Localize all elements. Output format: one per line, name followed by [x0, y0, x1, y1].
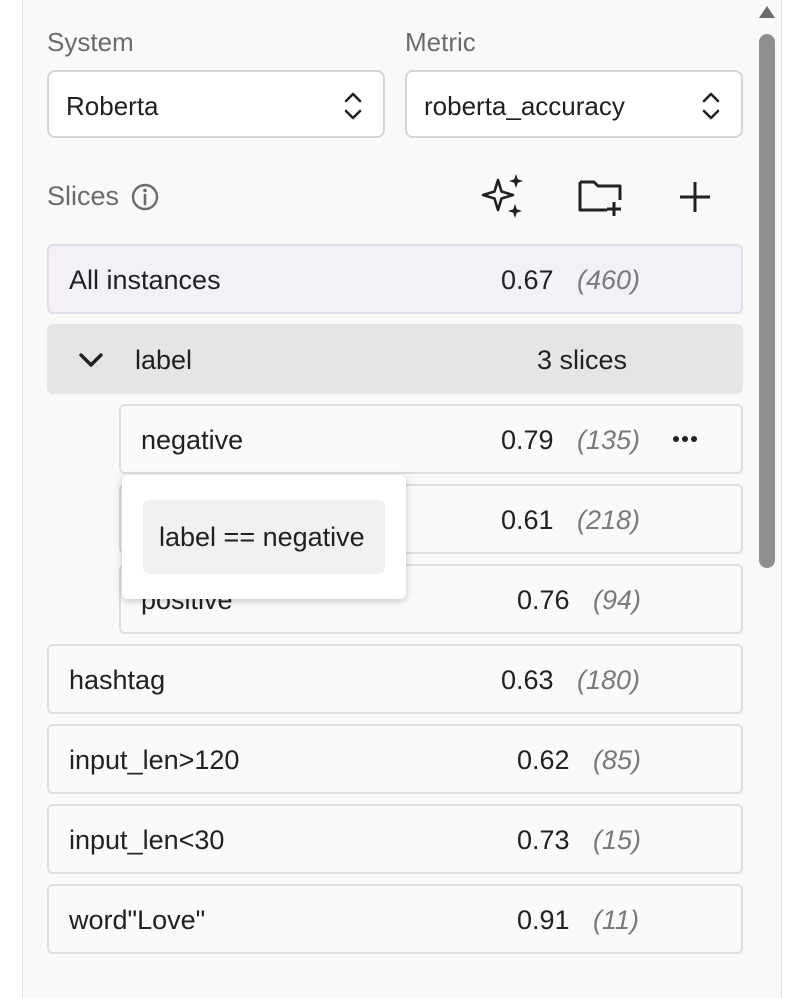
slice-score: 0.91	[517, 905, 570, 935]
slices-title: Slices	[47, 181, 120, 211]
slice-score: 0.79	[501, 425, 554, 455]
group-summary: 3 slices	[537, 345, 628, 375]
system-select-value: Roberta	[66, 91, 159, 121]
slice-name: word"Love"	[69, 905, 206, 935]
slice-row-input-len-lt-30[interactable]: input_len<30 0.73 (15)	[47, 804, 743, 874]
slice-count: (218)	[577, 505, 641, 535]
slice-row-negative[interactable]: negative 0.79 (135)	[119, 404, 743, 474]
updown-chevron-icon	[344, 92, 362, 120]
more-horizontal-icon[interactable]	[671, 434, 699, 444]
system-label: System	[47, 27, 134, 57]
slice-score: 0.76	[517, 585, 570, 615]
filter-chip: label == negative	[143, 500, 385, 574]
slice-name: All instances	[69, 265, 221, 295]
add-icon[interactable]	[670, 172, 720, 222]
slice-count: (85)	[593, 745, 642, 775]
slice-count: (460)	[577, 265, 641, 295]
slice-score: 0.62	[517, 745, 570, 775]
slice-score: 0.73	[517, 825, 570, 855]
slice-name: input_len<30	[69, 825, 225, 855]
create-folder-icon[interactable]	[576, 172, 626, 222]
slice-count: (135)	[577, 425, 641, 455]
sparkle-icon[interactable]	[478, 172, 528, 222]
vertical-scrollbar[interactable]	[756, 0, 778, 998]
updown-chevron-icon	[702, 92, 720, 120]
slice-row-input-len-gt-120[interactable]: input_len>120 0.62 (85)	[47, 724, 743, 794]
slice-row-hashtag[interactable]: hashtag 0.63 (180)	[47, 644, 743, 714]
slice-name: hashtag	[69, 665, 166, 695]
slice-score: 0.61	[501, 505, 554, 535]
slice-row-word-love[interactable]: word"Love" 0.91 (11)	[47, 884, 743, 954]
metric-label: Metric	[405, 27, 476, 57]
slice-filter-tooltip: label == negative	[122, 475, 406, 599]
metric-select-value: roberta_accuracy	[424, 91, 625, 121]
slice-count: (11)	[593, 905, 640, 935]
slice-name: negative	[141, 425, 244, 455]
info-icon[interactable]	[130, 182, 160, 212]
group-name: label	[135, 345, 193, 375]
slice-row-all-instances[interactable]: All instances 0.67 (460)	[47, 244, 743, 314]
slice-name: input_len>120	[69, 745, 240, 775]
slice-score: 0.63	[501, 665, 554, 695]
filter-chip-text: label == negative	[159, 522, 365, 552]
metric-select[interactable]: roberta_accuracy	[405, 70, 743, 138]
slice-count: (15)	[593, 825, 642, 855]
slice-count: (94)	[593, 585, 642, 615]
slice-count: (180)	[577, 665, 641, 695]
scroll-up-arrow-icon[interactable]	[758, 4, 776, 20]
chevron-down-icon[interactable]	[77, 350, 105, 370]
scroll-thumb[interactable]	[759, 34, 775, 568]
slice-score: 0.67	[501, 265, 554, 295]
slice-group-label[interactable]: label 3 slices	[47, 324, 743, 394]
system-select[interactable]: Roberta	[47, 70, 385, 138]
